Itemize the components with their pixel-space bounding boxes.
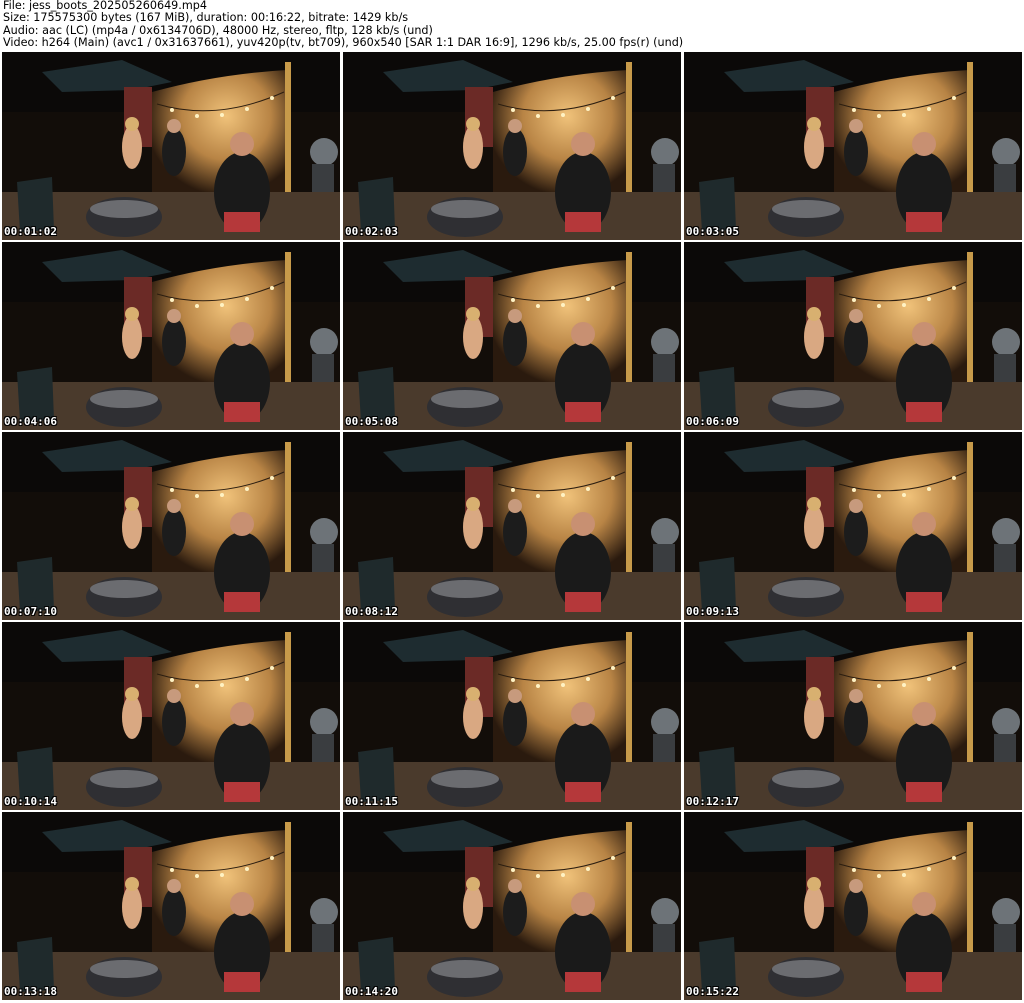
video-frame-image: [343, 812, 681, 1000]
video-frame-image: [2, 812, 340, 1000]
thumbnail-frame: 00:14:20: [343, 812, 681, 1000]
video-info-line: Video: h264 (Main) (avc1 / 0x31637661), …: [3, 36, 684, 50]
video-frame-image: [2, 432, 340, 620]
thumbnail-frame: 00:09:13: [684, 432, 1022, 620]
thumbnail-frame: 00:02:03: [343, 52, 681, 240]
timestamp-label: 00:02:03: [345, 225, 398, 238]
video-frame-image: [2, 242, 340, 430]
video-frame-image: [684, 52, 1022, 240]
file-info-header: File: jess_boots_202505260649.mp4 Size: …: [3, 0, 1021, 52]
timestamp-label: 00:01:02: [4, 225, 57, 238]
video-frame-image: [343, 432, 681, 620]
timestamp-label: 00:03:05: [686, 225, 739, 238]
thumbnail-frame: 00:12:17: [684, 622, 1022, 810]
timestamp-label: 00:10:14: [4, 795, 57, 808]
thumbnail-frame: 00:07:10: [2, 432, 340, 620]
timestamp-label: 00:13:18: [4, 985, 57, 998]
video-frame-image: [343, 242, 681, 430]
thumbnail-frame: 00:04:06: [2, 242, 340, 430]
timestamp-label: 00:12:17: [686, 795, 739, 808]
video-frame-image: [2, 622, 340, 810]
thumbnail-frame: 00:06:09: [684, 242, 1022, 430]
thumbnail-frame: 00:11:15: [343, 622, 681, 810]
video-frame-image: [343, 622, 681, 810]
thumbnail-grid: 00:01:02 00:02:03 00:03:05 00:04:06 00:0…: [2, 52, 1022, 1002]
thumbnail-frame: 00:05:08: [343, 242, 681, 430]
video-frame-image: [684, 812, 1022, 1000]
timestamp-label: 00:09:13: [686, 605, 739, 618]
timestamp-label: 00:14:20: [345, 985, 398, 998]
video-frame-image: [343, 52, 681, 240]
timestamp-label: 00:04:06: [4, 415, 57, 428]
video-frame-image: [684, 242, 1022, 430]
timestamp-label: 00:15:22: [686, 985, 739, 998]
thumbnail-frame: 00:13:18: [2, 812, 340, 1000]
timestamp-label: 00:11:15: [345, 795, 398, 808]
file-size-line: Size: 175575300 bytes (167 MiB), duratio…: [3, 11, 409, 25]
video-frame-image: [2, 52, 340, 240]
timestamp-label: 00:07:10: [4, 605, 57, 618]
thumbnail-frame: 00:15:22: [684, 812, 1022, 1000]
video-frame-image: [684, 432, 1022, 620]
timestamp-label: 00:08:12: [345, 605, 398, 618]
thumbnail-frame: 00:01:02: [2, 52, 340, 240]
timestamp-label: 00:06:09: [686, 415, 739, 428]
timestamp-label: 00:05:08: [345, 415, 398, 428]
thumbnail-frame: 00:08:12: [343, 432, 681, 620]
thumbnail-frame: 00:10:14: [2, 622, 340, 810]
video-frame-image: [684, 622, 1022, 810]
thumbnail-frame: 00:03:05: [684, 52, 1022, 240]
